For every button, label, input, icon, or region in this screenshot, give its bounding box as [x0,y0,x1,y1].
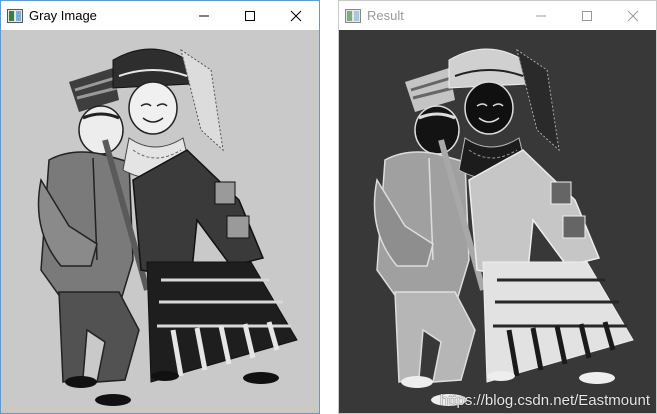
result-window[interactable]: Result https://blog.csdn.net/Eastmount [338,0,657,414]
minimize-icon [536,15,546,16]
minimize-button[interactable] [181,1,227,30]
close-button[interactable] [273,1,319,30]
minimize-icon [199,15,209,16]
opencv-window-icon [345,8,361,23]
gray-illustration [1,30,319,413]
watermark-text: https://blog.csdn.net/Eastmount [439,392,650,409]
opencv-window-icon [7,8,23,23]
close-icon [627,10,639,21]
gray-image-canvas [1,30,319,413]
maximize-button[interactable] [564,1,610,30]
window-title: Gray Image [29,8,97,23]
result-image-canvas: https://blog.csdn.net/Eastmount [339,30,656,413]
inverted-illustration [339,30,656,413]
maximize-icon [582,10,592,21]
close-icon [290,10,302,21]
maximize-button[interactable] [227,1,273,30]
minimize-button[interactable] [518,1,564,30]
window-title: Result [367,8,404,23]
close-button[interactable] [610,1,656,30]
maximize-icon [245,10,255,21]
gray-image-window[interactable]: Gray Image [0,0,320,414]
